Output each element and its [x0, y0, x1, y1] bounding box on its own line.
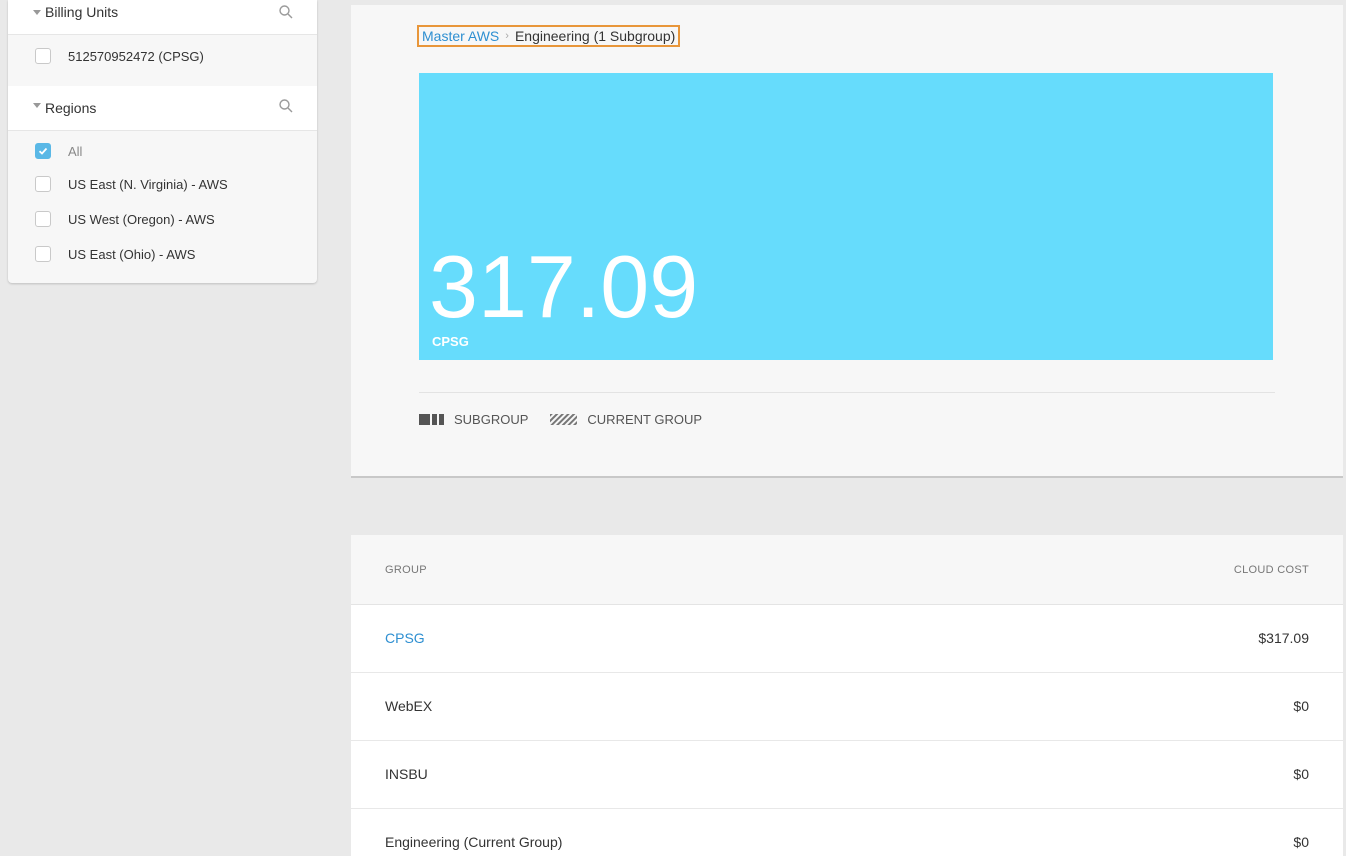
breadcrumb-current: Engineering (1 Subgroup)	[514, 28, 676, 44]
regions-header[interactable]: Regions	[8, 86, 317, 131]
table-row[interactable]: INSBU $0	[351, 741, 1343, 809]
billing-unit-item[interactable]: 512570952472 (CPSG)	[8, 42, 317, 72]
region-item[interactable]: US East (N. Virginia) - AWS	[8, 170, 317, 200]
region-item[interactable]: US East (Ohio) - AWS	[8, 240, 317, 270]
breadcrumb: Master AWS › Engineering (1 Subgroup)	[417, 25, 681, 47]
region-item[interactable]: US West (Oregon) - AWS	[8, 205, 317, 235]
region-label: US West (Oregon) - AWS	[68, 212, 215, 227]
treemap-tile-value: 317.09	[429, 237, 698, 336]
legend: SUBGROUP CURRENT GROUP	[419, 411, 724, 427]
region-label: US East (N. Virginia) - AWS	[68, 177, 228, 192]
filter-panel: Billing Units 512570952472 (CPSG) Region…	[8, 0, 317, 283]
group-name: WebEX	[385, 698, 433, 714]
table-row[interactable]: Engineering (Current Group) $0	[351, 809, 1343, 856]
checkbox[interactable]	[35, 211, 51, 227]
region-label: US East (Ohio) - AWS	[68, 247, 196, 262]
group-link[interactable]: CPSG	[385, 630, 425, 646]
collapse-triangle-icon[interactable]	[33, 103, 41, 108]
subgroup-swatch-icon	[419, 413, 444, 425]
region-item-all[interactable]: All	[8, 137, 317, 167]
treemap-card: Master AWS › Engineering (1 Subgroup) 31…	[351, 5, 1343, 478]
breadcrumb-root-link[interactable]: Master AWS	[422, 27, 499, 45]
cost-table: GROUP CLOUD COST CPSG $317.09 WebEX $0 I…	[351, 535, 1343, 856]
treemap-tile-label: CPSG	[432, 334, 469, 349]
regions-title: Regions	[45, 100, 97, 116]
legend-subgroup: SUBGROUP	[419, 412, 528, 427]
billing-unit-label: 512570952472 (CPSG)	[68, 49, 204, 64]
search-icon[interactable]	[278, 98, 294, 114]
legend-subgroup-label: SUBGROUP	[454, 411, 529, 427]
cloud-cost-value: $0	[1293, 698, 1309, 714]
column-header-cloud-cost[interactable]: CLOUD COST	[1234, 564, 1309, 576]
checkbox[interactable]	[35, 48, 51, 64]
group-name: INSBU	[385, 766, 428, 782]
legend-divider	[419, 392, 1275, 393]
chevron-right-icon: ›	[505, 30, 509, 42]
table-header: GROUP CLOUD COST	[351, 535, 1343, 605]
checkbox[interactable]	[35, 246, 51, 262]
group-name: Engineering (Current Group)	[385, 834, 563, 850]
cloud-cost-value: $317.09	[1258, 630, 1309, 646]
checkbox[interactable]	[35, 176, 51, 192]
table-row[interactable]: WebEX $0	[351, 673, 1343, 741]
region-label: All	[68, 144, 83, 159]
table-row[interactable]: CPSG $317.09	[351, 605, 1343, 673]
checkbox-checked[interactable]	[35, 143, 51, 159]
search-icon[interactable]	[278, 4, 294, 20]
collapse-triangle-icon[interactable]	[33, 10, 41, 15]
billing-units-header[interactable]: Billing Units	[8, 0, 317, 35]
treemap-chart: 317.09 CPSG	[419, 73, 1273, 360]
cloud-cost-value: $0	[1293, 766, 1309, 782]
legend-current-group: CURRENT GROUP	[550, 412, 702, 427]
legend-current-group-label: CURRENT GROUP	[587, 411, 703, 427]
cloud-cost-value: $0	[1293, 834, 1309, 850]
column-header-group[interactable]: GROUP	[385, 564, 427, 576]
check-icon	[38, 147, 48, 155]
billing-units-title: Billing Units	[45, 4, 119, 20]
hatched-swatch-icon	[550, 413, 578, 425]
